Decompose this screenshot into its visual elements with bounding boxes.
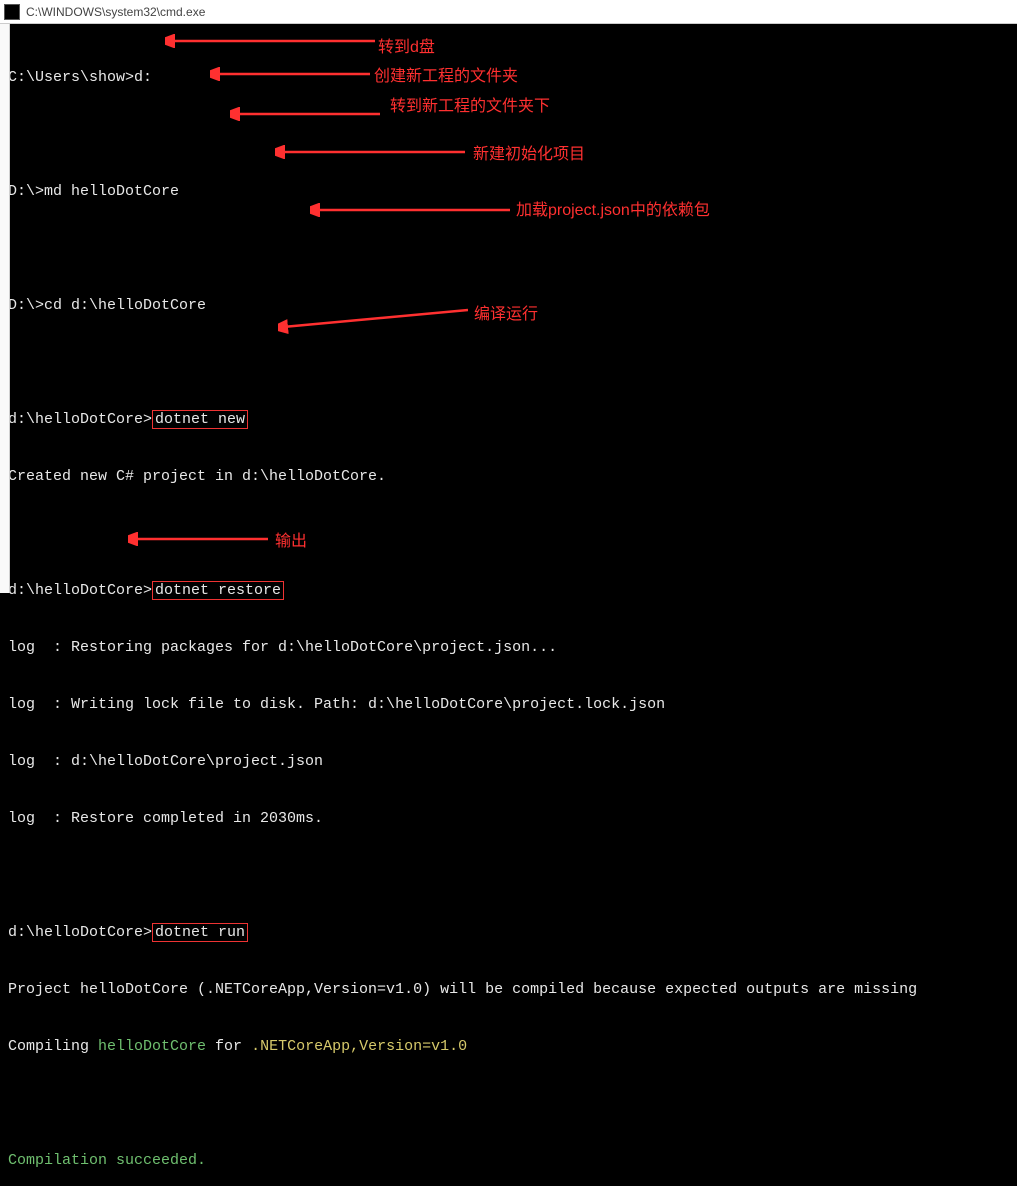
line: log : Writing lock file to disk. Path: d… (8, 695, 1009, 714)
line: log : Restoring packages for d:\helloDot… (8, 638, 1009, 657)
cmd-dotnet-run: dotnet run (152, 923, 248, 942)
line: Created new C# project in d:\helloDotCor… (8, 467, 1009, 486)
arrow-icon (165, 34, 375, 48)
annotation: 输出 (275, 527, 307, 551)
line: d:\helloDotCore>dotnet restore (8, 581, 1009, 600)
cmd-icon (4, 4, 20, 20)
line: Compiling helloDotCore for .NETCoreApp,V… (8, 1037, 1009, 1056)
cmd-dotnet-restore: dotnet restore (152, 581, 284, 600)
annotation: 转到d盘 (378, 33, 435, 57)
cmd-dotnet-new: dotnet new (152, 410, 248, 429)
line (8, 1094, 1009, 1113)
line: Compilation succeeded. (8, 1151, 1009, 1170)
line: log : Restore completed in 2030ms. (8, 809, 1009, 828)
annotation: 创建新工程的文件夹 (374, 62, 518, 86)
arrow-icon (128, 532, 268, 546)
line: d:\helloDotCore>dotnet run (8, 923, 1009, 942)
arrow-icon (278, 305, 468, 335)
window-titlebar: C:\WINDOWS\system32\cmd.exe (0, 0, 1017, 24)
line (8, 866, 1009, 885)
annotation: 转到新工程的文件夹下 (390, 92, 550, 116)
arrow-icon (275, 145, 465, 159)
line: Project helloDotCore (.NETCoreApp,Versio… (8, 980, 1009, 999)
left-gutter (0, 24, 10, 593)
line: d:\helloDotCore>dotnet new (8, 410, 1009, 429)
line: log : d:\helloDotCore\project.json (8, 752, 1009, 771)
line: D:\>md helloDotCore (8, 182, 1009, 201)
arrow-icon (310, 203, 510, 217)
annotation: 编译运行 (474, 300, 538, 324)
terminal-output[interactable]: C:\Users\show>d: D:\>md helloDotCore D:\… (0, 24, 1017, 1186)
line (8, 239, 1009, 258)
annotation: 新建初始化项目 (473, 140, 585, 164)
arrow-icon (230, 107, 380, 121)
line (8, 353, 1009, 372)
annotation: 加载project.json中的依赖包 (516, 196, 710, 220)
window-title: C:\WINDOWS\system32\cmd.exe (26, 5, 205, 19)
arrow-icon (210, 67, 370, 81)
